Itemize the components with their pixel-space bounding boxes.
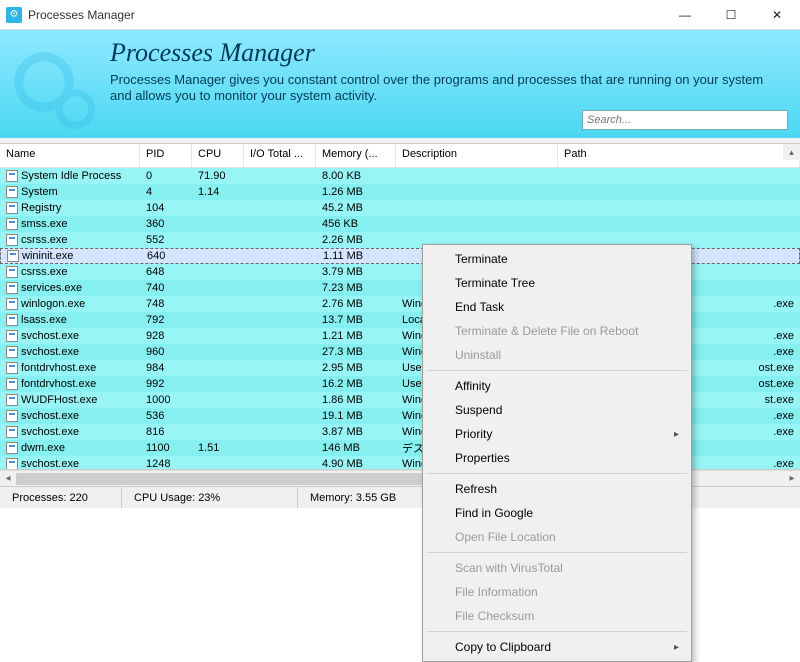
scroll-thumb[interactable] — [16, 473, 438, 485]
process-icon — [6, 266, 18, 278]
ctx-refresh[interactable]: Refresh — [425, 477, 689, 501]
table-row[interactable]: System Idle Process071.908.00 KB — [0, 168, 800, 184]
status-processes: Processes: 220 — [0, 487, 122, 508]
process-icon — [6, 426, 18, 438]
search-input[interactable] — [582, 110, 788, 130]
banner-heading: Processes Manager — [110, 38, 784, 68]
process-icon — [6, 186, 18, 198]
maximize-button[interactable]: ☐ — [708, 0, 754, 30]
process-icon — [6, 410, 18, 422]
window-title: Processes Manager — [28, 8, 662, 22]
process-icon — [6, 362, 18, 374]
ctx-terminate-delete-file-on-reboot: Terminate & Delete File on Reboot — [425, 319, 689, 343]
scroll-left-button[interactable]: ◂ — [0, 471, 16, 487]
gear-decoration-icon — [8, 46, 98, 136]
ctx-scan-with-virustotal: Scan with VirusTotal — [425, 556, 689, 580]
minimize-button[interactable]: — — [662, 0, 708, 30]
ctx-open-file-location: Open File Location — [425, 525, 689, 549]
process-icon — [6, 330, 18, 342]
context-menu[interactable]: TerminateTerminate TreeEnd TaskTerminate… — [422, 244, 692, 662]
ctx-terminate[interactable]: Terminate — [425, 247, 689, 271]
process-icon — [6, 170, 18, 182]
col-io[interactable]: I/O Total ... — [244, 144, 316, 167]
ctx-end-task[interactable]: End Task — [425, 295, 689, 319]
ctx-suspend[interactable]: Suspend — [425, 398, 689, 422]
table-row[interactable]: System41.141.26 MB — [0, 184, 800, 200]
process-icon — [6, 298, 18, 310]
ctx-affinity[interactable]: Affinity — [425, 374, 689, 398]
ctx-separator — [427, 473, 687, 474]
ctx-find-in-google[interactable]: Find in Google — [425, 501, 689, 525]
ctx-separator — [427, 370, 687, 371]
ctx-copy-to-clipboard[interactable]: Copy to Clipboard▸ — [425, 635, 689, 659]
process-icon — [6, 458, 18, 470]
ctx-file-checksum: File Checksum — [425, 604, 689, 628]
ctx-separator — [427, 631, 687, 632]
col-cpu[interactable]: CPU — [192, 144, 244, 167]
ctx-terminate-tree[interactable]: Terminate Tree — [425, 271, 689, 295]
col-mem[interactable]: Memory (... — [316, 144, 396, 167]
process-icon — [6, 394, 18, 406]
process-icon — [7, 250, 19, 262]
banner: Processes Manager Processes Manager give… — [0, 30, 800, 138]
column-headers: Name PID CPU I/O Total ... Memory (... D… — [0, 144, 800, 168]
submenu-arrow-icon: ▸ — [674, 642, 679, 653]
status-cpu: CPU Usage: 23% — [122, 487, 298, 508]
ctx-priority[interactable]: Priority▸ — [425, 422, 689, 446]
ctx-file-information: File Information — [425, 580, 689, 604]
process-icon — [6, 314, 18, 326]
col-desc[interactable]: Description — [396, 144, 558, 167]
col-pid[interactable]: PID — [140, 144, 192, 167]
banner-subtext: Processes Manager gives you constant con… — [110, 72, 784, 105]
process-icon — [6, 442, 18, 454]
process-icon — [6, 282, 18, 294]
ctx-separator — [427, 552, 687, 553]
col-name[interactable]: Name — [0, 144, 140, 167]
process-icon — [6, 346, 18, 358]
process-icon — [6, 218, 18, 230]
ctx-uninstall: Uninstall — [425, 343, 689, 367]
table-row[interactable]: Registry10445.2 MB — [0, 200, 800, 216]
process-icon — [6, 234, 18, 246]
ctx-properties[interactable]: Properties — [425, 446, 689, 470]
close-button[interactable]: ✕ — [754, 0, 800, 30]
search-box[interactable] — [582, 110, 788, 130]
submenu-arrow-icon: ▸ — [674, 429, 679, 440]
scroll-right-button[interactable]: ▸ — [784, 471, 800, 487]
col-path[interactable]: Path — [558, 144, 800, 167]
table-row[interactable]: smss.exe360456 KB — [0, 216, 800, 232]
process-icon — [6, 202, 18, 214]
app-icon: ⚙ — [6, 7, 22, 23]
process-icon — [6, 378, 18, 390]
scroll-up-button[interactable]: ▴ — [783, 144, 800, 160]
titlebar: ⚙ Processes Manager — ☐ ✕ — [0, 0, 800, 30]
